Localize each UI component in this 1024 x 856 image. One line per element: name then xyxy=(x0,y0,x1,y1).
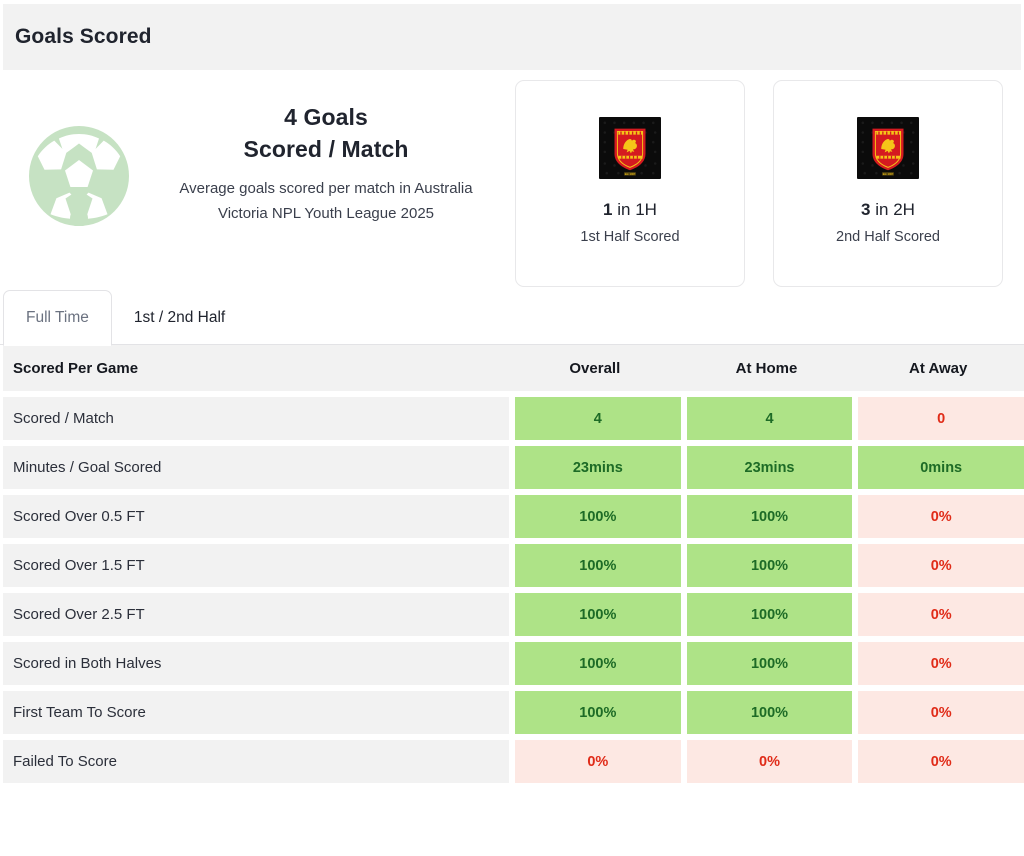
table-cell-at-home: 4 xyxy=(686,397,853,440)
table-row: Scored / Match 4 4 0 xyxy=(3,397,1024,440)
stat-card-label: 2nd Half Scored xyxy=(836,229,940,245)
stat-card-value: 3 in 2H xyxy=(861,201,915,218)
hero-headline-line2: Scored / Match xyxy=(243,135,409,162)
tab-first-second-half-label: 1st / 2nd Half xyxy=(133,308,226,326)
team-crest-icon: Est. 1967 xyxy=(599,117,661,179)
table-row: Scored Over 2.5 FT 100% 100% 0% xyxy=(3,593,1024,636)
table-body: Scored / Match 4 4 0 Minutes / Goal Scored 23… xyxy=(3,397,1024,783)
table-header-metric: Scored Per Game xyxy=(13,359,139,377)
hero-headline-line1: 4 Goals xyxy=(284,104,368,130)
table-row-label: First Team To Score xyxy=(3,691,509,734)
table-row-label: Scored / Match xyxy=(3,397,509,440)
hero-section: 4 Goals Scored / Match Average goals sco… xyxy=(0,70,1024,287)
table-cell-at-home: 100% xyxy=(686,495,853,538)
stat-card-value-number: 3 xyxy=(861,200,871,219)
table-header-at-away: At Away xyxy=(909,359,968,377)
page-title: Goals Scored xyxy=(15,25,152,48)
table-cell-at-home: 100% xyxy=(686,642,853,685)
table-header-overall: Overall xyxy=(569,359,621,377)
table-cell-at-away: 0 xyxy=(858,397,1024,440)
tab-first-second-half[interactable]: 1st / 2nd Half xyxy=(112,290,247,345)
soccer-ball-icon xyxy=(3,80,155,226)
table-cell-at-away: 0mins xyxy=(858,446,1024,489)
hero-description: Average goals scored per match in Austra… xyxy=(179,180,473,222)
table-cell-overall: 100% xyxy=(515,642,681,685)
scored-per-game-table: Scored Per Game Overall At Home At Away … xyxy=(0,345,1024,783)
table-cell-overall: 100% xyxy=(515,691,681,734)
table-row: Scored Over 0.5 FT 100% 100% 0% xyxy=(3,495,1024,538)
table-row-label: Minutes / Goal Scored xyxy=(3,446,509,489)
stat-card-second-half[interactable]: Est. 1967 3 in 2H 2nd Half Scored xyxy=(773,80,1003,287)
table-row-label: Scored Over 2.5 FT xyxy=(3,593,509,636)
tab-full-time[interactable]: Full Time xyxy=(3,290,112,346)
stat-card-value-suffix: in 2H xyxy=(870,200,915,219)
table-cell-at-away: 0% xyxy=(858,691,1024,734)
svg-text:Est. 1967: Est. 1967 xyxy=(625,173,636,176)
table-row-label: Scored Over 1.5 FT xyxy=(3,544,509,587)
panel-header: Goals Scored xyxy=(3,4,1021,70)
table-cell-overall: 0% xyxy=(515,740,681,783)
svg-text:Est. 1967: Est. 1967 xyxy=(883,173,894,176)
stat-card-value-suffix: in 1H xyxy=(612,200,657,219)
table-row: Minutes / Goal Scored 23mins 23mins 0mins xyxy=(3,446,1024,489)
table-cell-at-home: 100% xyxy=(686,593,853,636)
hero-text: 4 Goals Scored / Match Average goals sco… xyxy=(155,80,515,226)
table-cell-overall: 100% xyxy=(515,593,681,636)
team-crest-icon: Est. 1967 xyxy=(857,117,919,179)
table-cell-at-away: 0% xyxy=(858,544,1024,587)
hero-headline: 4 Goals Scored / Match xyxy=(155,102,497,165)
stat-card-label: 1st Half Scored xyxy=(580,229,680,245)
table-row: First Team To Score 100% 100% 0% xyxy=(3,691,1024,734)
table-header-at-home: At Home xyxy=(735,359,798,377)
stat-card-value: 1 in 1H xyxy=(603,201,657,218)
hero-summary: 4 Goals Scored / Match Average goals sco… xyxy=(3,70,515,226)
table-row-label: Failed To Score xyxy=(3,740,509,783)
table-row: Failed To Score 0% 0% 0% xyxy=(3,740,1024,783)
table-cell-overall: 23mins xyxy=(515,446,681,489)
table-cell-at-away: 0% xyxy=(858,740,1024,783)
table-cell-overall: 100% xyxy=(515,544,681,587)
table-row: Scored Over 1.5 FT 100% 100% 0% xyxy=(3,544,1024,587)
table-cell-at-home: 100% xyxy=(686,691,853,734)
table-cell-overall: 100% xyxy=(515,495,681,538)
table-cell-at-home: 100% xyxy=(686,544,853,587)
table-cell-at-away: 0% xyxy=(858,642,1024,685)
half-stat-cards: Est. 1967 1 in 1H 1st Half Scored Est. 1… xyxy=(515,70,1003,287)
table-row: Scored in Both Halves 100% 100% 0% xyxy=(3,642,1024,685)
table-cell-overall: 4 xyxy=(515,397,681,440)
table-header-row: Scored Per Game Overall At Home At Away xyxy=(3,345,1024,391)
table-cell-at-away: 0% xyxy=(858,495,1024,538)
table-cell-at-home: 23mins xyxy=(686,446,853,489)
stat-card-value-number: 1 xyxy=(603,200,613,219)
table-row-label: Scored Over 0.5 FT xyxy=(3,495,509,538)
table-cell-at-home: 0% xyxy=(686,740,853,783)
stat-card-first-half[interactable]: Est. 1967 1 in 1H 1st Half Scored xyxy=(515,80,745,287)
tabs-bar: Full Time 1st / 2nd Half xyxy=(0,290,1024,346)
table-row-label: Scored in Both Halves xyxy=(3,642,509,685)
table-cell-at-away: 0% xyxy=(858,593,1024,636)
tab-full-time-label: Full Time xyxy=(26,309,89,326)
